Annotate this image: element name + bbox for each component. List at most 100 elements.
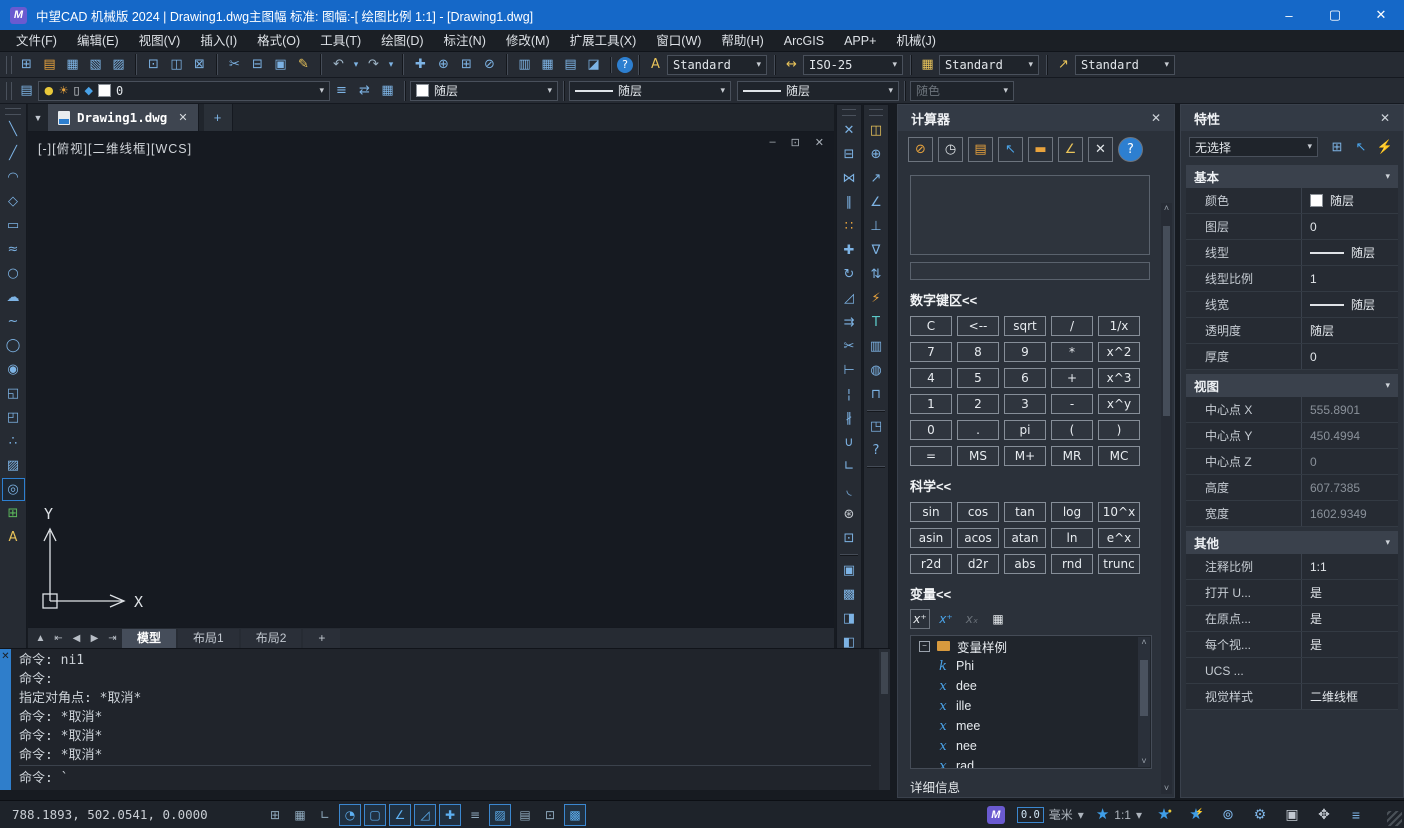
calc-key[interactable]: * <box>1051 342 1093 362</box>
property-row[interactable]: 打开 U... 是 <box>1186 580 1398 606</box>
variable-item[interactable]: x mee <box>911 716 1151 736</box>
calc-key[interactable]: 6 <box>1004 368 1046 388</box>
scrollbar-thumb[interactable] <box>881 652 888 694</box>
menu-item[interactable]: 插入(I) <box>190 30 247 52</box>
calc-sci-key[interactable]: atan <box>1004 528 1046 548</box>
mech-text-icon[interactable]: T <box>865 311 888 334</box>
mechanical-logo-icon[interactable]: M <box>987 806 1005 824</box>
scale-icon[interactable]: ◿ <box>838 287 861 310</box>
annotation-autoscale-icon[interactable]: ★ ⚡ <box>1186 805 1206 825</box>
calc-key[interactable]: sqrt <box>1004 316 1046 336</box>
status-menu-icon[interactable]: ≡ <box>1346 805 1366 825</box>
bring-above-icon[interactable]: ◨ <box>838 607 861 630</box>
detail-view-icon[interactable]: ⊕ <box>865 143 888 166</box>
calc-key[interactable]: = <box>910 446 952 466</box>
command-history[interactable]: 命令: ni1命令:指定对角点: *取消*命令: *取消*命令: *取消*命令:… <box>11 649 879 790</box>
menu-item[interactable]: 窗口(W) <box>646 30 711 52</box>
tab-last-icon[interactable]: ⇥ <box>104 630 121 646</box>
scientific-section-header[interactable]: 科学<< <box>910 476 1162 495</box>
properties-close-icon[interactable]: ✕ <box>1380 111 1390 125</box>
mtext-icon[interactable]: A <box>2 526 25 549</box>
mech-frame-icon[interactable]: ◫ <box>865 119 888 142</box>
region-icon[interactable]: ◎ <box>2 478 25 501</box>
construction-line-icon[interactable]: ╱ <box>2 142 25 165</box>
stretch-icon[interactable]: ⇉ <box>838 311 861 334</box>
save-icon[interactable]: ▦ <box>61 54 84 75</box>
spline-icon[interactable]: ~ <box>2 310 25 333</box>
section-header-other[interactable]: 其他 ▾ <box>1186 531 1398 554</box>
calc-sci-key[interactable]: tan <box>1004 502 1046 522</box>
ellipse-icon[interactable]: ◯ <box>2 334 25 357</box>
menu-item[interactable]: 机械(J) <box>886 30 946 52</box>
calc-help-icon[interactable]: ? <box>1118 137 1143 162</box>
calc-key[interactable]: ) <box>1098 420 1140 440</box>
zoom-window-icon[interactable]: ⊞ <box>455 54 478 75</box>
layout-tab[interactable]: + <box>303 629 340 648</box>
revcloud-icon[interactable]: ☁ <box>2 286 25 309</box>
dynamic-input-icon[interactable]: ✚ <box>439 804 461 826</box>
plotstyle-dropdown[interactable]: 随色 ▾ <box>910 81 1014 101</box>
property-row[interactable]: 厚度 0 <box>1186 344 1398 370</box>
calc-key[interactable]: 0 <box>910 420 952 440</box>
surface-finish-icon[interactable]: ∇ <box>865 239 888 262</box>
delete-variable-icon[interactable]: xₓ <box>962 609 982 629</box>
fastener-icon[interactable]: ⊓ <box>865 383 888 406</box>
menu-item[interactable]: ArcGIS <box>774 30 834 52</box>
send-to-back-icon[interactable]: ▩ <box>838 583 861 606</box>
calc-key[interactable]: 2 <box>957 394 999 414</box>
variable-item[interactable]: x nee <box>911 736 1151 756</box>
calc-key[interactable]: ( <box>1051 420 1093 440</box>
object-snap-icon[interactable]: ▢ <box>364 804 386 826</box>
calc-key[interactable]: x^3 <box>1098 368 1140 388</box>
fullscreen-icon[interactable]: ✥ <box>1314 805 1334 825</box>
ortho-mode-icon[interactable]: ∟ <box>314 804 336 826</box>
view-copy-icon[interactable]: ◳ <box>865 415 888 438</box>
calc-key[interactable]: + <box>1051 368 1093 388</box>
toolbar-grip[interactable] <box>5 108 21 115</box>
style-dropdown[interactable]: Standard ▾ <box>939 55 1039 75</box>
tool-palettes-icon[interactable]: ▤ <box>559 54 582 75</box>
calc-sci-key[interactable]: 10^x <box>1098 502 1140 522</box>
plot-preview-icon[interactable]: ◫ <box>165 54 188 75</box>
section-header-view[interactable]: 视图 ▾ <box>1186 374 1398 397</box>
new-variable-icon[interactable]: x⁺ <box>910 609 930 629</box>
scroll-up-icon[interactable]: ˄ <box>1164 203 1169 214</box>
layout-tab[interactable]: 模型 <box>122 629 176 648</box>
balloon-icon[interactable]: ◍ <box>865 359 888 382</box>
calculator-scrollbar[interactable]: ˄ ˅ <box>1161 203 1172 794</box>
variable-item[interactable]: x ille <box>911 696 1151 716</box>
menu-item[interactable]: 绘图(D) <box>371 30 433 52</box>
menu-item[interactable]: 编辑(E) <box>67 30 129 52</box>
calc-key[interactable]: 5 <box>957 368 999 388</box>
new-file-icon[interactable]: ⊞ <box>15 54 38 75</box>
plot-icon[interactable]: ⊡ <box>142 54 165 75</box>
menu-item[interactable]: 扩展工具(X) <box>560 30 647 52</box>
property-row[interactable]: 中心点 Z 0 <box>1186 449 1398 475</box>
line-icon[interactable]: ╲ <box>2 118 25 141</box>
tab-first-icon[interactable]: ⇤ <box>50 630 67 646</box>
calc-key[interactable]: pi <box>1004 420 1046 440</box>
weld-symbol-icon[interactable]: ⚡ <box>865 287 888 310</box>
calc-key[interactable]: - <box>1051 394 1093 414</box>
ucs-icon[interactable]: Y X <box>36 505 156 623</box>
array-icon[interactable]: ∷ <box>838 215 861 238</box>
move-icon[interactable]: ✚ <box>838 239 861 262</box>
grid-display-icon[interactable]: ▦ <box>289 804 311 826</box>
close-button[interactable]: ✕ <box>1358 0 1404 30</box>
tab-menu-icon[interactable]: ▼ <box>28 104 48 131</box>
polyline-icon[interactable]: ≈ <box>2 238 25 261</box>
property-row[interactable]: 中心点 Y 450.4994 <box>1186 423 1398 449</box>
mech-layer-icon[interactable]: ▥ <box>865 335 888 358</box>
extend-icon[interactable]: ⊢ <box>838 359 861 382</box>
paste-to-cmdline-icon[interactable]: ▤ <box>968 137 993 162</box>
style-dropdown[interactable]: Standard ▾ <box>1075 55 1175 75</box>
polar-tracking-icon[interactable]: ◔ <box>339 804 361 826</box>
resize-grip[interactable] <box>1387 811 1402 826</box>
pickadd-toggle-icon[interactable]: ⊞ <box>1327 137 1347 157</box>
calc-sci-key[interactable]: asin <box>910 528 952 548</box>
section-header-basic[interactable]: 基本 ▾ <box>1186 165 1398 188</box>
point-icon[interactable]: ∴ <box>2 430 25 453</box>
calc-key[interactable]: MC <box>1098 446 1140 466</box>
intersection-icon[interactable]: ✕ <box>1088 137 1113 162</box>
hardware-acceleration-icon[interactable]: ▣ <box>1282 805 1302 825</box>
